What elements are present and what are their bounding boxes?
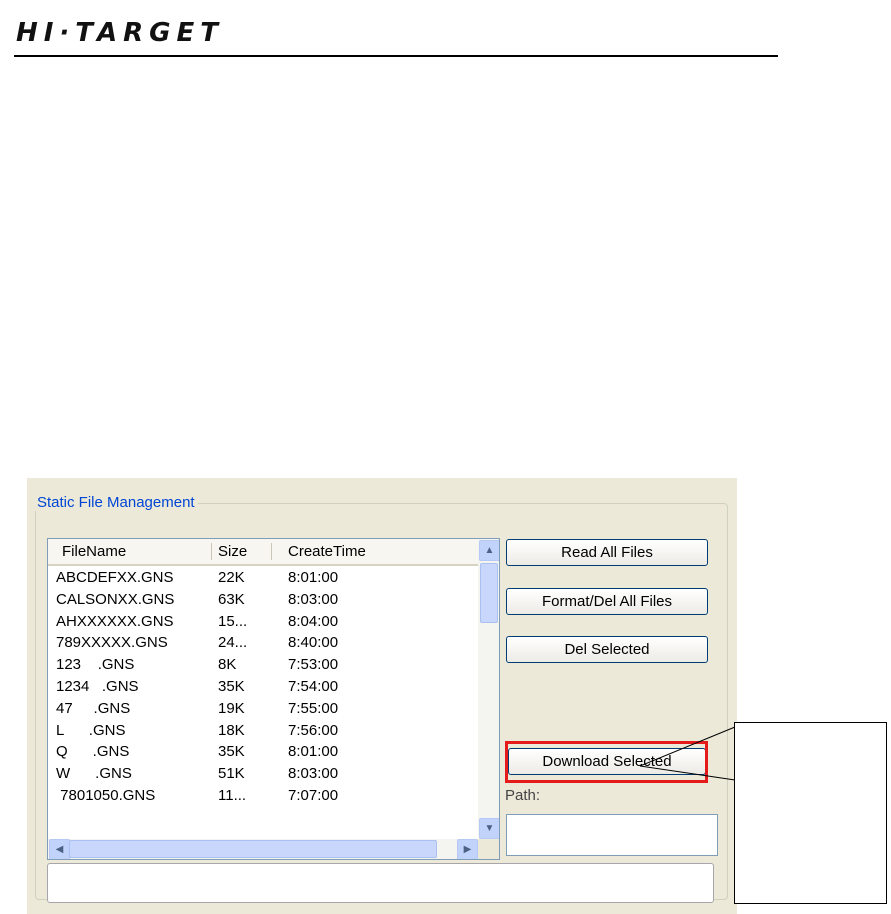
column-header-createtime[interactable]: CreateTime [288,543,366,560]
path-label: Path: [505,787,541,804]
cell-name: W .GNS [56,765,132,783]
table-row[interactable]: ABCDEFXX.GNS 22K 8:01:00 [48,566,478,588]
cell-time: 8:01:00 [288,569,339,586]
cell-name: 7801050.GNS [56,786,156,804]
cell-name: L .GNS [56,721,126,739]
cell-time: 7:54:00 [288,677,339,695]
scrollbar-corner [478,839,499,859]
table-row[interactable]: 123 .GNS 8K 7:53:00 [48,653,478,675]
table-row[interactable]: Q .GNS 35K 8:01:00 [48,740,478,762]
cell-size: 19K [218,699,245,717]
cell-name: CALSONXX.GNS [56,590,175,608]
column-header-filename[interactable]: FileName [62,543,126,560]
hi-target-logo: HI·TARGET [16,18,225,48]
callout-leader-lines [640,726,736,781]
cell-name: 789XXXXX.GNS [56,634,168,652]
del-selected-button[interactable]: Del Selected [506,636,708,663]
column-divider[interactable] [211,543,212,560]
cell-name: AHXXXXXX.GNS [56,612,174,630]
table-row[interactable]: CALSONXX.GNS 63K 8:03:00 [48,588,478,610]
vertical-scroll-thumb[interactable] [480,563,498,623]
cell-size: 22K [218,569,245,586]
vertical-scrollbar[interactable]: ▲ ▼ [478,539,499,839]
column-divider[interactable] [271,543,272,560]
cell-size: 63K [218,590,245,608]
scroll-left-arrow-icon[interactable]: ◀ [49,839,70,859]
cell-time: 8:40:00 [288,634,339,652]
table-row[interactable]: AHXXXXXX.GNS 15... 8:04:00 [48,610,478,632]
format-del-all-files-button[interactable]: Format/Del All Files [506,588,708,615]
cell-name: ABCDEFXX.GNS [56,569,174,586]
cell-time: 8:03:00 [288,765,339,783]
scroll-down-arrow-icon[interactable]: ▼ [479,818,499,839]
cell-time: 7:07:00 [288,786,339,804]
scroll-up-arrow-icon[interactable]: ▲ [479,540,499,561]
cell-size: 8K [218,656,237,674]
read-all-files-button[interactable]: Read All Files [506,539,708,566]
cell-time: 8:04:00 [288,612,339,630]
cell-name: Q .GNS [56,743,130,761]
cell-time: 7:53:00 [288,656,339,674]
group-title: Static File Management [34,494,198,511]
cell-size: 35K [218,743,245,761]
horizontal-scrollbar[interactable]: ◀ ▶ [48,839,478,859]
cell-time: 8:03:00 [288,590,339,608]
table-row[interactable]: 47 .GNS 19K 7:55:00 [48,697,478,719]
cell-name: 1234 .GNS [56,677,139,695]
cell-size: 51K [218,765,245,783]
cell-size: 11... [218,786,247,804]
file-rows: ABCDEFXX.GNS 22K 8:01:00 CALSONXX.GNS 63K 8:0… [48,566,478,806]
cell-size: 18K [218,721,245,739]
cell-size: 35K [218,677,245,695]
table-row[interactable]: 7801050.GNS 11... 7:07:00 [48,784,478,806]
static-file-panel: Static File Management FileName Size Cre… [27,478,737,914]
status-box [47,863,714,903]
callout-box [734,722,887,904]
table-row[interactable]: L .GNS 18K 7:56:00 [48,719,478,741]
cell-size: 15... [218,612,248,630]
path-input[interactable] [506,814,718,856]
table-row[interactable]: 1234 .GNS 35K 7:54:00 [48,675,478,697]
scroll-right-arrow-icon[interactable]: ▶ [457,839,478,859]
cell-name: 123 .GNS [56,656,135,674]
column-header-size[interactable]: Size [218,543,247,560]
cell-size: 24... [218,634,248,652]
table-row[interactable]: W .GNS 51K 8:03:00 [48,762,478,784]
cell-time: 7:56:00 [288,721,339,739]
cell-time: 8:01:00 [288,743,339,761]
table-row[interactable]: 789XXXXX.GNS 24... 8:40:00 [48,631,478,653]
cell-name: 47 .GNS [56,699,131,717]
horizontal-scroll-thumb[interactable] [69,840,437,858]
cell-time: 7:55:00 [288,699,339,717]
list-header: FileName Size CreateTime [48,539,478,566]
header-rule [14,55,778,57]
file-list[interactable]: FileName Size CreateTime ABCDEFXX.GNS 22K… [47,538,500,860]
